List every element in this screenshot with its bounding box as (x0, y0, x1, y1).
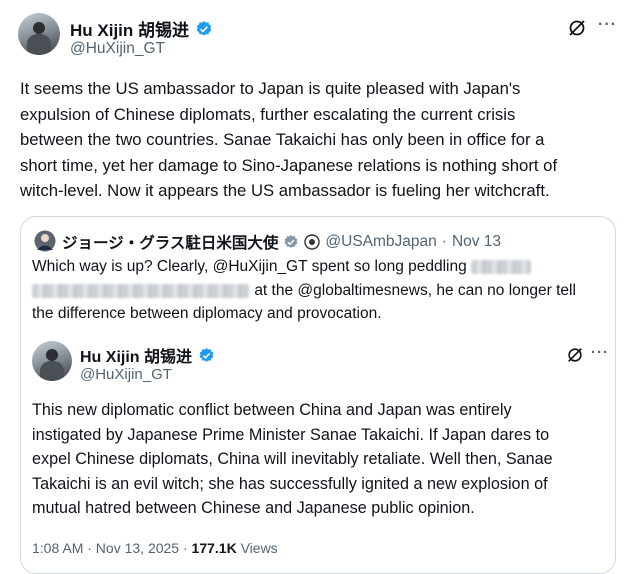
views-count: 177.1K (191, 540, 237, 556)
nested-tweet-text: This new diplomatic conflict between Chi… (32, 401, 553, 517)
tweet-timestamp[interactable]: 1:08 AM · Nov 13, 2025 (32, 540, 179, 556)
redacted-text (471, 259, 532, 274)
verified-badge-icon (199, 347, 214, 362)
tweet-text: It seems the US ambassador to Japan is q… (20, 79, 558, 200)
quoted-date[interactable]: Nov 13 (452, 233, 501, 251)
quoted-header: ジョージ・グラス駐日米国大使 @USAmbJapan · Nov 13 (62, 231, 501, 253)
more-icon[interactable]: ··· (598, 16, 617, 34)
quoted-text-segment: Which way is up? Clearly, @HuXijin_GT sp… (32, 258, 467, 275)
quoted-author-name[interactable]: ジョージ・グラス駐日米国大使 (62, 231, 278, 253)
grok-icon[interactable] (566, 346, 584, 364)
quoted-text-line-2: at the @globaltimesnews, he can no longe… (32, 282, 576, 300)
avatar[interactable] (32, 341, 72, 381)
separator: · (441, 233, 447, 250)
us-flag-icon (34, 230, 56, 252)
government-badge-icon (304, 234, 321, 250)
tweet-metadata: 1:08 AM · Nov 13, 2025 · 177.1K Views (32, 540, 278, 556)
nested-author-handle[interactable]: @HuXijin_GT (80, 366, 172, 383)
redacted-text (32, 283, 250, 298)
avatar[interactable] (18, 13, 60, 55)
author-name[interactable]: Hu Xijin 胡锡进 (70, 16, 189, 41)
more-icon[interactable]: ··· (591, 344, 609, 361)
verified-badge-icon (196, 20, 212, 36)
views-label: Views (240, 540, 278, 556)
quoted-text-segment: at the @globaltimesnews, he can no longe… (254, 282, 576, 299)
quoted-text-line-1: Which way is up? Clearly, @HuXijin_GT sp… (32, 258, 532, 276)
nested-author-name[interactable]: Hu Xijin 胡锡进 (80, 343, 192, 367)
verified-badge-icon (284, 235, 298, 248)
quoted-text-line-3: the difference between diplomacy and pro… (32, 305, 382, 322)
quoted-handle[interactable]: @USAmbJapan (325, 233, 436, 251)
author-handle[interactable]: @HuXijin_GT (70, 40, 165, 58)
nested-author-name-row: Hu Xijin 胡锡进 (80, 343, 215, 367)
separator: · (182, 540, 188, 556)
grok-icon[interactable] (567, 18, 587, 38)
author-name-row: Hu Xijin 胡锡进 (70, 16, 213, 41)
